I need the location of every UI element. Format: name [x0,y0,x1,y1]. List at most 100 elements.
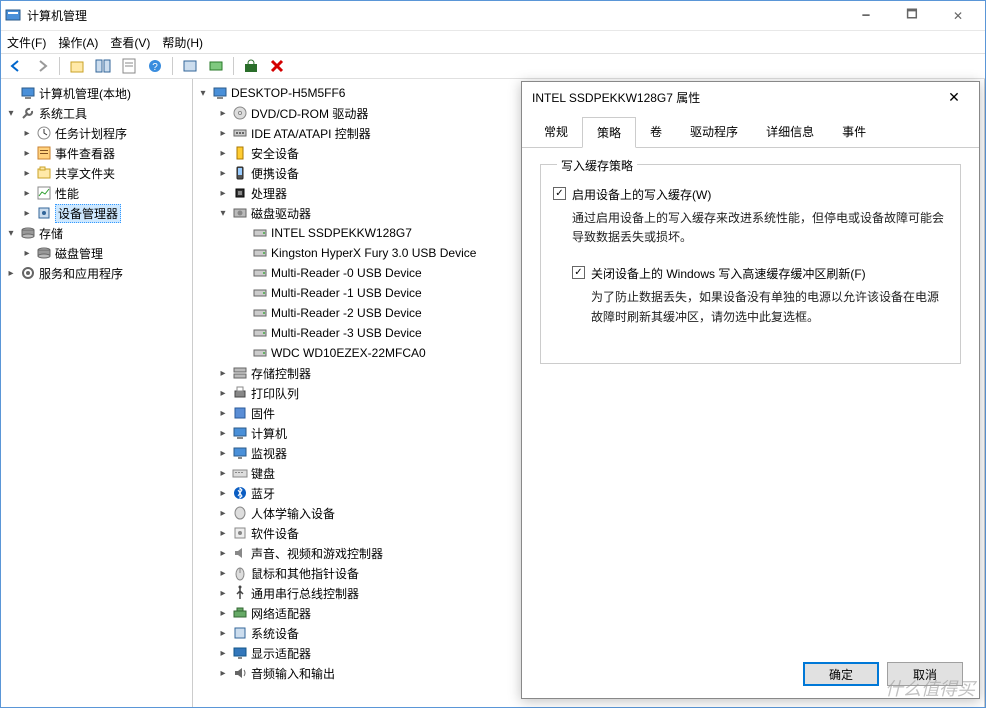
tree-item[interactable]: ▸事件查看器 [3,143,190,163]
tree-label: 性能 [55,185,79,202]
uninstall-button[interactable] [266,55,288,77]
toggle-icon[interactable]: ▸ [19,245,35,261]
toggle-icon[interactable]: ▸ [215,385,231,401]
toggle-icon[interactable]: ▸ [19,185,35,201]
toggle-icon[interactable]: ▸ [3,265,19,281]
toggle-icon[interactable]: ▸ [215,565,231,581]
toggle-icon[interactable]: ▸ [19,145,35,161]
tab-general[interactable]: 常规 [530,117,582,148]
tree-item[interactable]: ▸ 性能 [3,183,190,203]
properties-dialog: INTEL SSDPEKKW128G7 属性 ✕ 常规 策略 卷 驱动程序 详细… [521,81,980,699]
tree-label: 处理器 [251,185,287,202]
toggle-icon[interactable]: ▸ [215,405,231,421]
toggle-icon[interactable]: ▸ [19,205,35,221]
menu-file[interactable]: 文件(F) [7,34,46,51]
dialog-footer: 确定 取消 [522,650,979,698]
drive-icon [251,305,269,321]
menu-operate[interactable]: 操作(A) [58,34,98,51]
drive-icon [251,285,269,301]
up-button[interactable] [66,55,88,77]
maximize-button[interactable]: 🗖 [889,1,935,31]
category-icon [231,405,249,421]
ok-button[interactable]: 确定 [803,662,879,686]
toggle-icon[interactable]: ▸ [215,665,231,681]
toggle-icon[interactable]: ▾ [3,105,19,121]
toggle-icon[interactable]: ▸ [215,505,231,521]
category-icon [231,205,249,221]
toggle-icon[interactable]: ▸ [215,465,231,481]
tree-group[interactable]: ▾系统工具 [3,103,190,123]
toggle-icon[interactable]: ▸ [19,165,35,181]
tree-group[interactable]: ▸服务和应用程序 [3,263,190,283]
tree-label: Multi-Reader -3 USB Device [271,326,422,340]
view-split-button[interactable] [92,55,114,77]
toggle-icon[interactable]: ▾ [215,205,231,221]
toggle-icon[interactable]: ▸ [215,525,231,541]
toggle-icon[interactable]: ▸ [215,445,231,461]
tree-group[interactable]: ▾ 存储 [3,223,190,243]
scan-hardware-button[interactable] [240,55,262,77]
chevron-down-icon[interactable] [3,85,19,101]
tree-item[interactable]: ▸设备管理器 [3,203,190,223]
tree-item[interactable]: ▸磁盘管理 [3,243,190,263]
tree-label: WDC WD10EZEX-22MFCA0 [271,346,426,360]
tree-item[interactable]: ▸共享文件夹 [3,163,190,183]
toggle-icon[interactable]: ▸ [215,165,231,181]
toggle-icon[interactable]: ▸ [215,585,231,601]
checkbox-disable-flush[interactable] [572,266,585,279]
group-icon [19,225,37,241]
toggle-icon[interactable]: ▸ [215,425,231,441]
window-controls: 🗕 🗖 ✕ [843,1,981,31]
toggle-icon[interactable]: ▸ [215,625,231,641]
toggle-icon[interactable]: ▸ [215,145,231,161]
properties-button[interactable] [118,55,140,77]
tree-label: 键盘 [251,465,275,482]
tree-label: 软件设备 [251,525,299,542]
tree-label: 存储 [39,225,63,242]
tree-label: 存储控制器 [251,365,311,382]
tab-driver[interactable]: 驱动程序 [676,117,752,148]
toggle-icon[interactable]: ▸ [215,365,231,381]
tree-root[interactable]: 计算机管理(本地) [3,83,190,103]
tree-label: Multi-Reader -2 USB Device [271,306,422,320]
tab-volume[interactable]: 卷 [636,117,676,148]
menu-help[interactable]: 帮助(H) [162,34,203,51]
toggle-icon[interactable]: ▸ [215,125,231,141]
toolbar-icon-1[interactable] [179,55,201,77]
toggle-icon[interactable]: ▸ [215,485,231,501]
dialog-close-button[interactable]: ✕ [939,89,969,106]
item-icon [35,125,53,141]
tab-detail[interactable]: 详细信息 [752,117,828,148]
dialog-tabs: 常规 策略 卷 驱动程序 详细信息 事件 [522,116,979,148]
help-button[interactable]: ? [144,55,166,77]
category-icon [231,105,249,121]
category-icon [231,445,249,461]
toggle-icon[interactable]: ▸ [215,185,231,201]
close-button[interactable]: ✕ [935,1,981,31]
checkbox-enable-write-cache[interactable] [553,187,566,200]
category-icon [231,165,249,181]
computer-icon [211,85,229,101]
tree-label: 任务计划程序 [55,125,127,142]
tree-item[interactable]: ▸ 任务计划程序 [3,123,190,143]
menu-view[interactable]: 查看(V) [110,34,150,51]
toolbar-icon-2[interactable] [205,55,227,77]
toggle-icon[interactable]: ▸ [215,545,231,561]
tree-label: 鼠标和其他指针设备 [251,565,359,582]
tab-event[interactable]: 事件 [828,117,880,148]
forward-button[interactable] [31,55,53,77]
category-icon [231,425,249,441]
checkbox-enable-write-cache-label: 启用设备上的写入缓存(W) [572,186,711,203]
toolbar: ? [1,53,985,79]
toggle-icon[interactable]: ▾ [3,225,19,241]
tab-policy[interactable]: 策略 [582,117,636,148]
toggle-icon[interactable]: ▸ [215,605,231,621]
chevron-down-icon[interactable]: ▾ [195,85,211,101]
minimize-button[interactable]: 🗕 [843,1,889,31]
toggle-icon[interactable]: ▸ [215,105,231,121]
toggle-icon[interactable]: ▸ [215,645,231,661]
back-button[interactable] [5,55,27,77]
cancel-button[interactable]: 取消 [887,662,963,686]
toggle-icon[interactable]: ▸ [19,125,35,141]
tree-label: Kingston HyperX Fury 3.0 USB Device [271,246,476,260]
